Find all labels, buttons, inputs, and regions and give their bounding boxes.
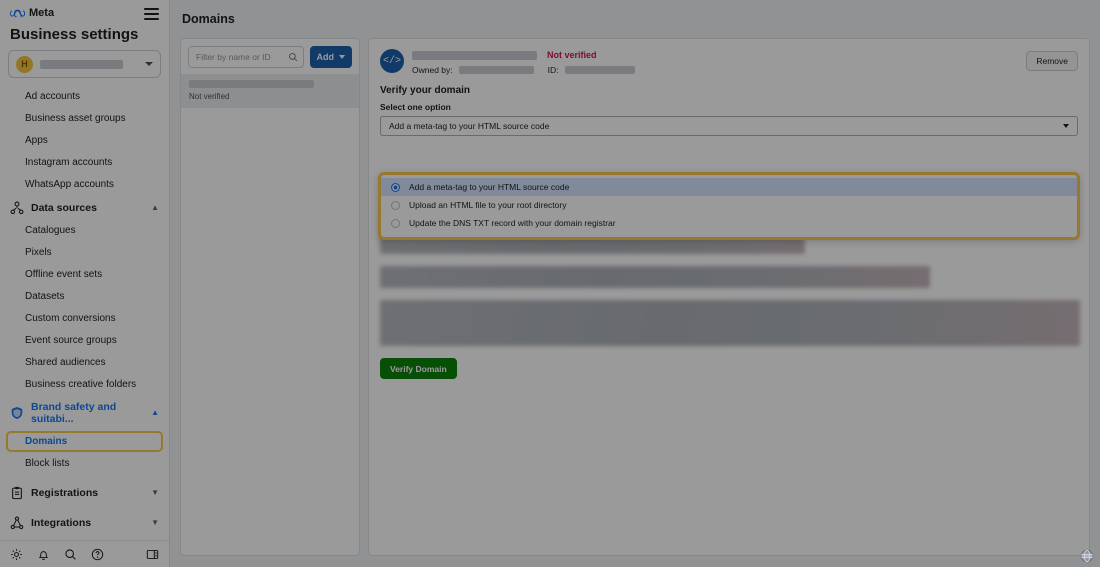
dropdown-option-label: Update the DNS TXT record with your doma…	[409, 218, 616, 228]
chevron-down-icon	[145, 62, 153, 66]
help-icon[interactable]	[91, 548, 104, 561]
meta-brand-label: Meta	[29, 7, 55, 19]
sidebar-item-apps[interactable]: Apps	[0, 130, 169, 152]
remove-button[interactable]: Remove	[1026, 51, 1078, 71]
sidebar-top-links: Ad accounts Business asset groups Apps I…	[0, 86, 169, 196]
meta-infinity-logo	[10, 9, 25, 17]
integrations-icon	[10, 516, 24, 530]
select-option-label: Select one option	[380, 102, 451, 112]
content-block	[380, 300, 1080, 346]
id-value-redacted	[564, 66, 635, 74]
shield-icon	[11, 407, 23, 419]
domain-name-row: Not verified	[412, 50, 1018, 60]
sidebar-item-business-asset-groups[interactable]: Business asset groups	[0, 108, 169, 130]
sidebar-group-label: Brand safety and suitabi...	[31, 401, 117, 425]
sidebar-item-business-creative-folders[interactable]: Business creative folders	[0, 374, 169, 396]
sidebar-group-integrations[interactable]: Integrations ▼	[0, 511, 169, 535]
sidebar-item-pixels[interactable]: Pixels	[0, 242, 169, 264]
avatar: H	[16, 55, 33, 73]
sidebar-item-block-lists[interactable]: Block lists	[0, 453, 169, 475]
domain-name-redacted	[189, 80, 314, 88]
sidebar-item-domains[interactable]: Domains	[6, 431, 163, 452]
status-badge: Not verified	[547, 50, 597, 60]
gear-icon[interactable]	[10, 548, 23, 561]
content-columns: Add Not verified </> Not verified	[170, 26, 1100, 556]
sidebar-item-event-source-groups[interactable]: Event source groups	[0, 330, 169, 352]
sidebar-group-data-sources[interactable]: Data sources ▲	[0, 196, 169, 220]
owner-value-redacted	[458, 66, 534, 74]
dropdown-option-meta-tag[interactable]: Add a meta-tag to your HTML source code	[381, 178, 1077, 196]
domain-info: Not verified Owned by: ID:	[412, 49, 1018, 75]
verify-heading: Verify your domain	[380, 85, 471, 96]
domain-list-panel: Add Not verified	[180, 38, 360, 556]
panel-layout-icon[interactable]	[146, 548, 159, 561]
data-sources-icon	[10, 201, 24, 215]
radio-selected-icon	[391, 182, 400, 192]
sidebar-header: Meta	[0, 0, 169, 20]
id-label: ID:	[547, 65, 559, 75]
domain-name-redacted	[412, 50, 537, 60]
chevron-down-icon	[339, 55, 345, 59]
business-settings-app: Meta Business settings H Ad accounts Bus…	[0, 0, 1100, 567]
dropdown-option-html-file[interactable]: Upload an HTML file to your root directo…	[381, 196, 1077, 214]
business-selector[interactable]: H	[8, 50, 161, 78]
search-input[interactable]	[196, 52, 283, 62]
chevron-down-icon: ▼	[151, 488, 159, 497]
dropdown-option-label: Add a meta-tag to your HTML source code	[409, 182, 570, 192]
sidebar-item-shared-audiences[interactable]: Shared audiences	[0, 352, 169, 374]
filter-box[interactable]	[188, 46, 304, 68]
main-content: Domains Add	[170, 0, 1100, 567]
add-button[interactable]: Add	[309, 46, 352, 68]
meta-brand[interactable]: Meta	[10, 7, 54, 19]
domain-detail-panel: </> Not verified Owned by: ID: Remove Ve…	[368, 38, 1090, 556]
sidebar-item-catalogues[interactable]: Catalogues	[0, 220, 169, 242]
sidebar-item-instagram-accounts[interactable]: Instagram accounts	[0, 152, 169, 174]
status-badge: Not verified	[189, 92, 230, 101]
chevron-up-icon: ▲	[151, 408, 159, 417]
dropdown-option-label: Upload an HTML file to your root directo…	[409, 200, 567, 210]
list-item[interactable]: Not verified	[181, 74, 359, 108]
filter-row: Add	[181, 39, 359, 74]
owned-by-label: Owned by:	[412, 65, 453, 75]
sidebar-item-datasets[interactable]: Datasets	[0, 286, 169, 308]
business-name-redacted	[40, 59, 123, 69]
select-value: Add a meta-tag to your HTML source code	[389, 121, 550, 131]
verification-method-dropdown: Add a meta-tag to your HTML source code …	[378, 172, 1080, 240]
verification-method-select[interactable]: Add a meta-tag to your HTML source code	[380, 116, 1078, 136]
globe-icon[interactable]	[1080, 549, 1094, 563]
sidebar-group-label: Data sources	[31, 202, 97, 214]
chevron-up-icon: ▲	[151, 203, 159, 212]
dropdown-option-dns-txt[interactable]: Update the DNS TXT record with your doma…	[381, 214, 1077, 232]
chevron-down-icon	[1063, 124, 1069, 128]
content-block	[380, 266, 930, 288]
sidebar: Meta Business settings H Ad accounts Bus…	[0, 0, 170, 567]
verify-domain-button[interactable]: Verify Domain	[380, 358, 457, 379]
radio-icon	[391, 200, 400, 210]
sidebar-group-brand-safety[interactable]: Brand safety and suitabi... ▲	[0, 396, 169, 430]
sidebar-group-label: Integrations	[31, 517, 92, 529]
sidebar-title: Business settings	[10, 26, 139, 43]
domain-meta-row: Owned by: ID:	[412, 65, 1018, 75]
add-button-label: Add	[316, 52, 335, 62]
radio-icon	[391, 218, 400, 228]
sidebar-item-offline-event-sets[interactable]: Offline event sets	[0, 264, 169, 286]
domain-header: </> Not verified Owned by: ID: Remove	[369, 39, 1089, 75]
page-title: Domains	[182, 12, 235, 26]
chevron-down-icon: ▼	[151, 518, 159, 527]
sidebar-group-label: Registrations	[31, 487, 99, 499]
sidebar-group-registrations[interactable]: Registrations ▼	[0, 481, 169, 505]
sidebar-item-whatsapp-accounts[interactable]: WhatsApp accounts	[0, 174, 169, 196]
hamburger-menu-icon[interactable]	[144, 8, 159, 20]
bell-icon[interactable]	[37, 548, 50, 561]
clipboard-icon	[12, 486, 22, 500]
sidebar-item-custom-conversions[interactable]: Custom conversions	[0, 308, 169, 330]
search-icon[interactable]	[288, 52, 298, 62]
sidebar-item-ad-accounts[interactable]: Ad accounts	[0, 86, 169, 108]
sidebar-nav: Ad accounts Business asset groups Apps I…	[0, 86, 169, 540]
sidebar-bottom-bar	[0, 540, 169, 567]
search-icon[interactable]	[64, 548, 77, 561]
code-brackets-icon: </>	[380, 49, 404, 73]
